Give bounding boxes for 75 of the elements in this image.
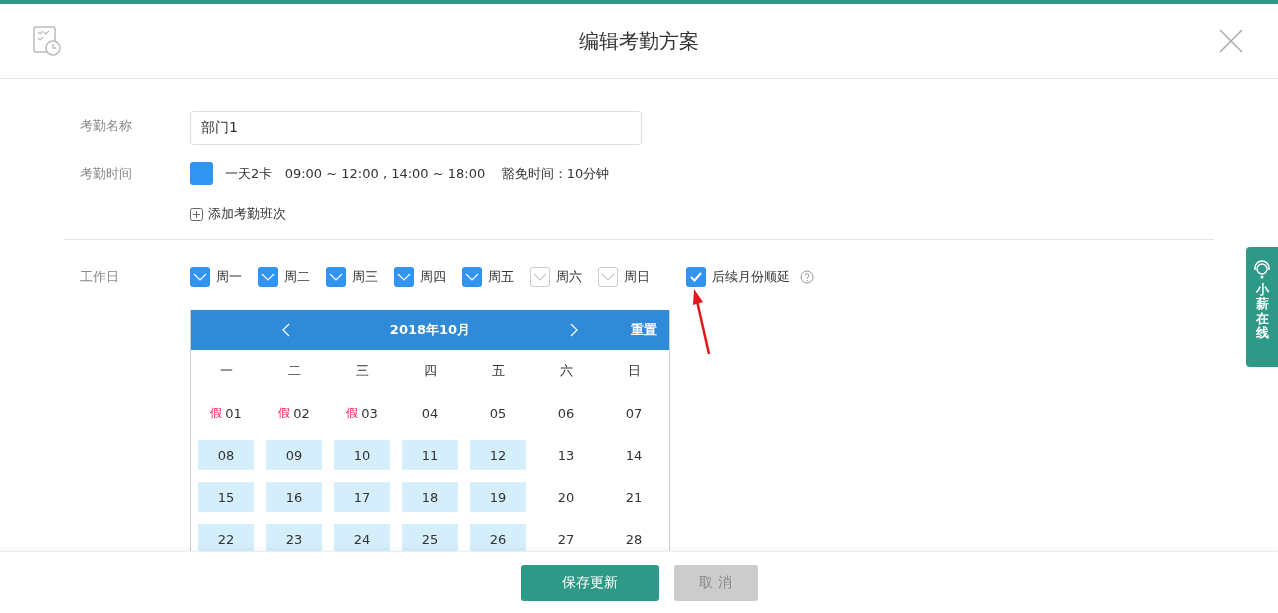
shift-summary: 一天2卡 09:00 ~ 12:00 , 14:00 ~ 18:00 豁免时间：10分钟: [225, 164, 610, 183]
carry-over-label: 后续月份顺延: [712, 268, 790, 286]
weekday-label: 周二: [284, 268, 310, 286]
weekday-header: 三: [355, 362, 369, 380]
calendar-day[interactable]: 10: [334, 440, 390, 470]
weekday-header: 一: [219, 362, 233, 380]
checkmark-icon: [690, 272, 702, 282]
calendar-day[interactable]: 假 03: [334, 398, 390, 428]
weekday-checkbox[interactable]: [598, 267, 618, 287]
calendar-day[interactable]: 18: [402, 482, 458, 512]
calendar-day[interactable]: 23: [266, 524, 322, 554]
calendar-day[interactable]: 27: [538, 524, 594, 554]
calendar-day[interactable]: 16: [266, 482, 322, 512]
weekday-label: 周四: [420, 268, 446, 286]
calendar-day[interactable]: 假 01: [198, 398, 254, 428]
weekday-header: 五: [491, 362, 505, 380]
calendar-day[interactable]: 14: [606, 440, 662, 470]
calendar-day[interactable]: 15: [198, 482, 254, 512]
calendar-day[interactable]: 28: [606, 524, 662, 554]
weekday-label: 周一: [216, 268, 242, 286]
calendar-day[interactable]: 19: [470, 482, 526, 512]
checklist-clock-icon: [33, 26, 61, 56]
calendar-day[interactable]: 05: [470, 398, 526, 428]
calendar-day[interactable]: 24: [334, 524, 390, 554]
checkmark-icon: [261, 273, 275, 281]
plus-icon: [190, 207, 203, 221]
weekday-header: 日: [627, 362, 641, 380]
field-label: 考勤名称: [80, 117, 133, 135]
close-icon[interactable]: [1219, 29, 1243, 53]
calendar-day[interactable]: 20: [538, 482, 594, 512]
weekday-checkbox[interactable]: [326, 267, 346, 287]
field-label: 考勤时间: [80, 165, 133, 183]
calendar-day[interactable]: 11: [402, 440, 458, 470]
weekday-label: 周三: [352, 268, 378, 286]
weekday-header: 六: [559, 362, 573, 380]
calendar-day[interactable]: 04: [402, 398, 458, 428]
carry-over-checkbox[interactable]: [686, 267, 706, 287]
reset-button[interactable]: 重置: [631, 321, 657, 339]
calendar-day[interactable]: 09: [266, 440, 322, 470]
calendar-day[interactable]: 21: [606, 482, 662, 512]
previous-month-icon[interactable]: [281, 323, 290, 337]
checkmark-icon: [601, 273, 615, 281]
calendar-day[interactable]: 25: [402, 524, 458, 554]
calendar-day[interactable]: 17: [334, 482, 390, 512]
weekday-header: 二: [287, 362, 301, 380]
checkmark-icon: [397, 273, 411, 281]
calendar-day[interactable]: 假 02: [266, 398, 322, 428]
calendar-day[interactable]: 07: [606, 398, 662, 428]
weekday-checkbox[interactable]: [530, 267, 550, 287]
next-month-icon[interactable]: [570, 323, 579, 337]
checkmark-icon: [465, 273, 479, 281]
weekday-label: 周日: [624, 268, 650, 286]
weekday-checkbox[interactable]: [462, 267, 482, 287]
name-input[interactable]: 部门1: [190, 111, 642, 145]
weekday-label: 周六: [556, 268, 582, 286]
calendar-day[interactable]: 22: [198, 524, 254, 554]
calendar-day[interactable]: 12: [470, 440, 526, 470]
calendar-day[interactable]: 06: [538, 398, 594, 428]
calendar-day[interactable]: 08: [198, 440, 254, 470]
weekday-label: 周五: [488, 268, 514, 286]
checkmark-icon: [193, 273, 207, 281]
weekday-checkbox[interactable]: [190, 267, 210, 287]
weekday-checkbox[interactable]: [394, 267, 414, 287]
calendar-month: 2018年10月: [389, 321, 471, 339]
add-shift-button[interactable]: 添加考勤班次: [190, 205, 286, 223]
checkmark-icon: [329, 273, 343, 281]
weekday-header: 四: [423, 362, 437, 380]
checkmark-icon: [533, 273, 547, 281]
headset-icon: [1252, 259, 1272, 279]
calendar-day[interactable]: 13: [538, 440, 594, 470]
help-icon[interactable]: [800, 270, 814, 284]
weekday-checkbox[interactable]: [258, 267, 278, 287]
field-label: 工作日: [80, 268, 120, 286]
dialog-title: 编辑考勤方案: [579, 27, 699, 55]
calendar-day[interactable]: 26: [470, 524, 526, 554]
